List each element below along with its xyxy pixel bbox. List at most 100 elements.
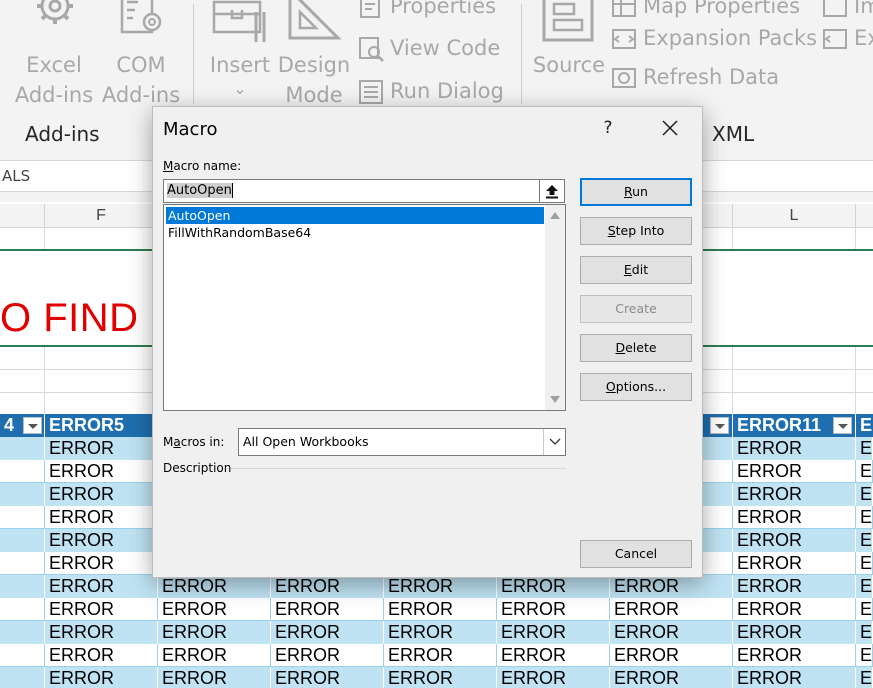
view-code-button[interactable]: View Code [358, 36, 500, 62]
options-button[interactable]: Options... [580, 373, 692, 401]
macro-list-scrollbar[interactable] [545, 205, 565, 410]
macro-list[interactable]: AutoOpen FillWithRandomBase64 [163, 204, 566, 411]
table-cell[interactable]: ERROR [45, 667, 158, 688]
column-header-f[interactable]: F [45, 204, 158, 228]
table-cell[interactable]: ERROR [158, 667, 271, 688]
table-cell[interactable]: ERROR [271, 667, 384, 688]
filter-dropdown-icon[interactable] [833, 417, 852, 434]
table-cell[interactable]: ERROR [158, 575, 271, 598]
table-cell[interactable]: E [856, 598, 873, 621]
table-cell[interactable] [0, 667, 45, 688]
filter-dropdown-icon[interactable] [23, 417, 42, 434]
run-button[interactable]: Run [580, 178, 692, 206]
table-cell[interactable]: E [856, 483, 873, 506]
close-button[interactable] [655, 113, 685, 143]
table-cell[interactable]: E [856, 575, 873, 598]
properties-button[interactable]: Properties [358, 0, 496, 20]
table-cell[interactable]: ERROR [610, 621, 733, 644]
table-cell[interactable]: ERROR [271, 575, 384, 598]
table-cell[interactable]: ERROR [45, 506, 158, 529]
table-cell[interactable]: ERROR [384, 644, 497, 667]
table-header-cell[interactable]: ERROR11 [733, 414, 856, 437]
scroll-up-icon[interactable] [550, 212, 560, 219]
import-button[interactable]: Im [822, 0, 873, 20]
table-cell[interactable]: ERROR [271, 621, 384, 644]
table-cell[interactable]: ERROR [497, 644, 610, 667]
table-cell[interactable]: ERROR [158, 621, 271, 644]
table-cell[interactable]: ERROR [384, 621, 497, 644]
table-cell[interactable]: ERROR [733, 621, 856, 644]
table-cell[interactable]: E [856, 667, 873, 688]
collapse-dialog-button[interactable] [540, 179, 565, 203]
create-button[interactable]: Create [580, 295, 692, 323]
dropdown-button[interactable] [543, 429, 565, 455]
table-cell[interactable]: ERROR [733, 460, 856, 483]
table-cell[interactable]: ERROR [497, 575, 610, 598]
table-cell[interactable]: ERROR [497, 667, 610, 688]
macro-list-item[interactable]: FillWithRandomBase64 [166, 224, 544, 241]
table-cell[interactable]: E [856, 644, 873, 667]
table-cell[interactable]: ERROR [733, 667, 856, 688]
table-header-cell[interactable]: E [856, 414, 873, 437]
table-cell[interactable]: E [856, 460, 873, 483]
table-cell[interactable]: ERROR [610, 644, 733, 667]
table-cell[interactable] [0, 529, 45, 552]
table-cell[interactable]: E [856, 529, 873, 552]
table-cell[interactable]: ERROR [45, 621, 158, 644]
table-cell[interactable]: ERROR [384, 575, 497, 598]
macro-name-input[interactable]: AutoOpen [163, 179, 540, 203]
delete-button[interactable]: Delete [580, 334, 692, 362]
scroll-down-icon[interactable] [550, 396, 560, 403]
table-cell[interactable]: ERROR [733, 437, 856, 460]
help-button[interactable]: ? [593, 113, 623, 143]
table-cell[interactable]: ERROR [733, 575, 856, 598]
column-header-e[interactable] [0, 204, 45, 228]
table-cell[interactable]: ERROR [384, 667, 497, 688]
table-cell[interactable]: ERROR [384, 598, 497, 621]
table-cell[interactable]: ERROR [45, 575, 158, 598]
table-cell[interactable]: E [856, 552, 873, 575]
column-header-m[interactable] [856, 204, 873, 228]
table-cell[interactable]: ERROR [733, 483, 856, 506]
table-header-cell[interactable]: ERROR5 [45, 414, 158, 437]
table-cell[interactable]: E [856, 621, 873, 644]
export-button[interactable]: Ex [822, 26, 873, 52]
table-cell[interactable]: ERROR [45, 483, 158, 506]
table-cell[interactable]: E [856, 506, 873, 529]
table-cell[interactable] [0, 644, 45, 667]
cancel-button[interactable]: Cancel [580, 540, 692, 568]
table-header-cell[interactable]: 4 [0, 414, 45, 437]
table-cell[interactable]: ERROR [610, 667, 733, 688]
table-cell[interactable]: ERROR [271, 644, 384, 667]
table-cell[interactable] [0, 506, 45, 529]
table-cell[interactable]: ERROR [45, 529, 158, 552]
table-cell[interactable]: ERROR [733, 644, 856, 667]
table-cell[interactable]: ERROR [45, 460, 158, 483]
table-cell[interactable]: ERROR [45, 644, 158, 667]
column-header-l[interactable]: L [733, 204, 856, 228]
expansion-packs-button[interactable]: Expansion Packs [611, 26, 817, 52]
table-cell[interactable]: ERROR [497, 598, 610, 621]
filter-dropdown-icon[interactable] [710, 417, 729, 434]
table-cell[interactable] [0, 460, 45, 483]
run-dialog-button[interactable]: Run Dialog [358, 79, 504, 105]
table-cell[interactable]: E [856, 437, 873, 460]
table-cell[interactable]: ERROR [733, 598, 856, 621]
table-cell[interactable] [0, 598, 45, 621]
table-cell[interactable]: ERROR [497, 621, 610, 644]
table-cell[interactable] [0, 437, 45, 460]
table-cell[interactable]: ERROR [271, 598, 384, 621]
table-cell[interactable]: ERROR [610, 575, 733, 598]
map-properties-button[interactable]: Map Properties [611, 0, 800, 20]
macros-in-select[interactable]: All Open Workbooks [238, 428, 566, 456]
table-cell[interactable] [0, 483, 45, 506]
table-cell[interactable]: ERROR [45, 437, 158, 460]
step-into-button[interactable]: Step Into [580, 217, 692, 245]
table-cell[interactable] [0, 552, 45, 575]
table-cell[interactable] [0, 621, 45, 644]
table-cell[interactable]: ERROR [733, 529, 856, 552]
table-cell[interactable]: ERROR [733, 506, 856, 529]
macro-list-item[interactable]: AutoOpen [166, 207, 544, 224]
table-cell[interactable]: ERROR [158, 644, 271, 667]
table-cell[interactable]: ERROR [610, 598, 733, 621]
